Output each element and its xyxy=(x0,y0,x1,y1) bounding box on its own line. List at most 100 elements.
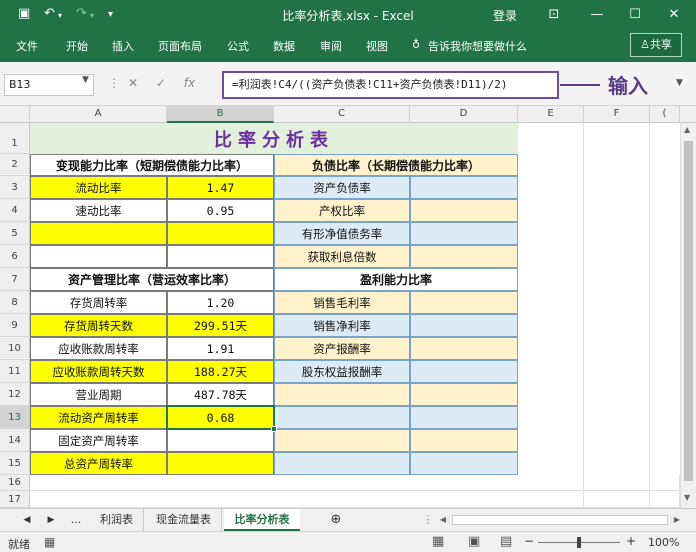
column-header-b[interactable]: B xyxy=(167,106,274,123)
sheet-tab-income[interactable]: 利润表 xyxy=(90,509,144,531)
expand-formula-icon[interactable]: ▼ xyxy=(676,78,683,88)
scroll-up-icon[interactable]: ▲ xyxy=(684,125,690,134)
cell-c15[interactable] xyxy=(274,452,410,475)
cell-a7[interactable]: 资产管理比率（营运效率比率） xyxy=(30,268,274,291)
column-header-d[interactable]: D xyxy=(410,106,518,123)
formula-input[interactable]: =利润表!C4/((资产负债表!C11+资产负债表!D11)/2) xyxy=(222,71,559,99)
row-header[interactable]: 10 xyxy=(0,337,30,360)
cell-c13[interactable] xyxy=(274,406,410,429)
select-all-corner[interactable] xyxy=(0,106,30,123)
cell-b14[interactable] xyxy=(167,429,274,452)
cell-c14[interactable] xyxy=(274,429,410,452)
tab-data[interactable]: 数据 xyxy=(273,38,295,54)
row-header[interactable]: 3 xyxy=(0,176,30,199)
cell-d10[interactable] xyxy=(410,337,518,360)
cell-a15[interactable]: 总资产周转率 xyxy=(30,452,167,475)
zoom-out-icon[interactable]: − xyxy=(524,534,534,548)
cell-a11[interactable]: 应收账款周转天数 xyxy=(30,360,167,383)
row-header[interactable]: 16 xyxy=(0,475,30,491)
cell-c9[interactable]: 销售净利率 xyxy=(274,314,410,337)
cell-a12[interactable]: 营业周期 xyxy=(30,383,167,406)
zoom-level[interactable]: 100% xyxy=(648,536,679,549)
cell-a10[interactable]: 应收账款周转率 xyxy=(30,337,167,360)
cell-d3[interactable] xyxy=(410,176,518,199)
hscroll-left-icon[interactable]: ◀ xyxy=(436,509,450,531)
prev-sheet-icon[interactable]: ◀ xyxy=(20,509,34,531)
cell-d12[interactable] xyxy=(410,383,518,406)
cell-a4[interactable]: 速动比率 xyxy=(30,199,167,222)
next-sheet-icon[interactable]: ▶ xyxy=(44,509,58,531)
cell-a6[interactable] xyxy=(30,245,167,268)
cell-c8[interactable]: 销售毛利率 xyxy=(274,291,410,314)
cancel-icon[interactable]: ✕ xyxy=(128,76,138,90)
row-header[interactable]: 2 xyxy=(0,154,30,176)
cell-b10[interactable]: 1.91 xyxy=(167,337,274,360)
tab-review[interactable]: 审阅 xyxy=(320,38,342,54)
cell-b8[interactable]: 1.20 xyxy=(167,291,274,314)
cell-a9[interactable]: 存货周转天数 xyxy=(30,314,167,337)
scroll-thumb[interactable] xyxy=(684,141,693,481)
name-box[interactable]: B13 xyxy=(4,74,94,96)
close-icon[interactable]: ✕ xyxy=(660,4,688,26)
login-link[interactable]: 登录 xyxy=(493,7,517,24)
cell-c2[interactable]: 负债比率（长期偿债能力比率） xyxy=(274,154,518,176)
zoom-slider-thumb[interactable] xyxy=(577,537,581,548)
horizontal-scrollbar[interactable] xyxy=(452,515,668,525)
row-header[interactable]: 14 xyxy=(0,429,30,452)
cell-b4[interactable]: 0.95 xyxy=(167,199,274,222)
cell-d4[interactable] xyxy=(410,199,518,222)
cell-a14[interactable]: 固定资产周转率 xyxy=(30,429,167,452)
column-header-f[interactable]: F xyxy=(584,106,650,123)
scroll-down-icon[interactable]: ▼ xyxy=(684,493,690,502)
tab-insert[interactable]: 插入 xyxy=(112,38,134,54)
page-layout-view-icon[interactable]: ▣ xyxy=(468,534,480,549)
cell-d5[interactable] xyxy=(410,222,518,245)
tab-view[interactable]: 视图 xyxy=(366,38,388,54)
cell-d13[interactable] xyxy=(410,406,518,429)
cell-c5[interactable]: 有形净值债务率 xyxy=(274,222,410,245)
fill-handle[interactable] xyxy=(271,426,277,432)
cell-d8[interactable] xyxy=(410,291,518,314)
cell-b6[interactable] xyxy=(167,245,274,268)
column-header-a[interactable]: A xyxy=(30,106,167,123)
ribbon-display-icon[interactable]: ⊡ xyxy=(540,4,568,26)
cell-d11[interactable] xyxy=(410,360,518,383)
zoom-in-icon[interactable]: + xyxy=(626,534,636,548)
tab-home[interactable]: 开始 xyxy=(66,38,88,54)
cell-b5[interactable] xyxy=(167,222,274,245)
row-header[interactable]: 7 xyxy=(0,268,30,291)
tab-formulas[interactable]: 公式 xyxy=(227,38,249,54)
fx-icon[interactable]: fx xyxy=(184,76,195,90)
cell-d15[interactable] xyxy=(410,452,518,475)
tab-page-layout[interactable]: 页面布局 xyxy=(158,38,202,54)
cell-a8[interactable]: 存货周转率 xyxy=(30,291,167,314)
column-header-c[interactable]: C xyxy=(274,106,410,123)
row-header[interactable]: 11 xyxy=(0,360,30,383)
row-header[interactable]: 12 xyxy=(0,383,30,406)
more-sheets-button[interactable]: ... xyxy=(66,509,86,531)
cell-c6[interactable]: 获取利息倍数 xyxy=(274,245,410,268)
cell-b11[interactable]: 188.27天 xyxy=(167,360,274,383)
cell-a13[interactable]: 流动资产周转率 xyxy=(30,406,167,429)
row-header[interactable]: 15 xyxy=(0,452,30,475)
cell-c4[interactable]: 产权比率 xyxy=(274,199,410,222)
sheet-title-cell[interactable]: 比率分析表 xyxy=(30,123,518,154)
cell-a3[interactable]: 流动比率 xyxy=(30,176,167,199)
minimize-icon[interactable]: — xyxy=(583,4,611,26)
page-break-view-icon[interactable]: ▤ xyxy=(500,534,512,549)
cell-d14[interactable] xyxy=(410,429,518,452)
cell-b12[interactable]: 487.78天 xyxy=(167,383,274,406)
macro-record-icon[interactable]: ▦ xyxy=(44,535,55,549)
column-header-e[interactable]: E xyxy=(518,106,584,123)
row-header[interactable]: 13 xyxy=(0,406,30,429)
chevron-down-icon[interactable]: ▼ xyxy=(82,75,89,85)
cell-b9[interactable]: 299.51天 xyxy=(167,314,274,337)
tab-split-handle[interactable]: ⋮ xyxy=(418,509,438,531)
column-header-g[interactable]: ( xyxy=(650,106,680,123)
tell-me-box[interactable]: 告诉我你想要做什么 xyxy=(428,38,527,54)
cell-c7[interactable]: 盈利能力比率 xyxy=(274,268,518,291)
row-header[interactable]: 8 xyxy=(0,291,30,314)
row-header[interactable]: 5 xyxy=(0,222,30,245)
cell-b3[interactable]: 1.47 xyxy=(167,176,274,199)
cell-b15[interactable] xyxy=(167,452,274,475)
